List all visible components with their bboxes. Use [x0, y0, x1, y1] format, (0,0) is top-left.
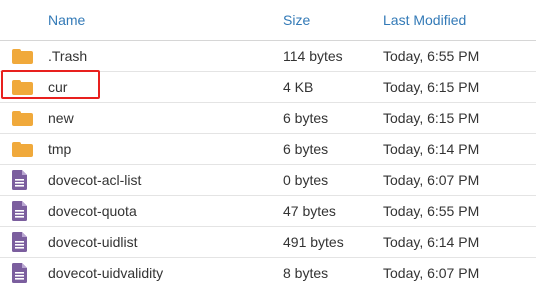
folder-icon	[12, 79, 33, 95]
table-row[interactable]: dovecot-uidvalidity 8 bytes Today, 6:07 …	[0, 258, 536, 288]
file-modified: Today, 6:15 PM	[383, 110, 480, 126]
table-row[interactable]: tmp 6 bytes Today, 6:14 PM	[0, 134, 536, 165]
folder-icon	[12, 110, 33, 126]
table-row[interactable]: .Trash 114 bytes Today, 6:55 PM	[0, 41, 536, 72]
folder-icon	[12, 48, 33, 64]
file-icon	[12, 232, 27, 252]
file-size: 114 bytes	[283, 48, 343, 64]
file-name[interactable]: .Trash	[48, 41, 87, 71]
file-name[interactable]: dovecot-acl-list	[48, 165, 141, 195]
column-header-size[interactable]: Size	[283, 0, 310, 40]
file-size: 4 KB	[283, 79, 314, 95]
file-modified: Today, 6:07 PM	[383, 265, 480, 281]
file-name[interactable]: new	[48, 103, 74, 133]
file-name[interactable]: dovecot-quota	[48, 196, 137, 226]
file-size: 8 bytes	[283, 265, 329, 281]
file-icon	[12, 201, 27, 221]
file-modified: Today, 6:55 PM	[383, 203, 480, 219]
file-name[interactable]: tmp	[48, 134, 71, 164]
file-name[interactable]: dovecot-uidlist	[48, 227, 138, 257]
table-row[interactable]: dovecot-quota 47 bytes Today, 6:55 PM	[0, 196, 536, 227]
file-size: 491 bytes	[283, 234, 344, 250]
file-icon	[12, 170, 27, 190]
column-header-last-modified[interactable]: Last Modified	[383, 0, 466, 40]
file-modified: Today, 6:55 PM	[383, 48, 480, 64]
file-modified: Today, 6:14 PM	[383, 141, 480, 157]
file-name[interactable]: cur	[48, 72, 67, 102]
file-size: 47 bytes	[283, 203, 336, 219]
table-row[interactable]: dovecot-acl-list 0 bytes Today, 6:07 PM	[0, 165, 536, 196]
file-modified: Today, 6:07 PM	[383, 172, 480, 188]
file-icon	[12, 263, 27, 283]
column-header-name[interactable]: Name	[48, 0, 85, 40]
file-modified: Today, 6:15 PM	[383, 79, 480, 95]
file-modified: Today, 6:14 PM	[383, 234, 480, 250]
table-row[interactable]: dovecot-uidlist 491 bytes Today, 6:14 PM	[0, 227, 536, 258]
file-name[interactable]: dovecot-uidvalidity	[48, 258, 163, 288]
table-header: Name Size Last Modified	[0, 0, 536, 41]
folder-icon	[12, 141, 33, 157]
file-size: 6 bytes	[283, 141, 329, 157]
file-table: Name Size Last Modified .Trash 114 bytes…	[0, 0, 536, 288]
table-row[interactable]: new 6 bytes Today, 6:15 PM	[0, 103, 536, 134]
table-row[interactable]: cur 4 KB Today, 6:15 PM	[0, 72, 536, 103]
file-size: 6 bytes	[283, 110, 329, 126]
file-size: 0 bytes	[283, 172, 329, 188]
